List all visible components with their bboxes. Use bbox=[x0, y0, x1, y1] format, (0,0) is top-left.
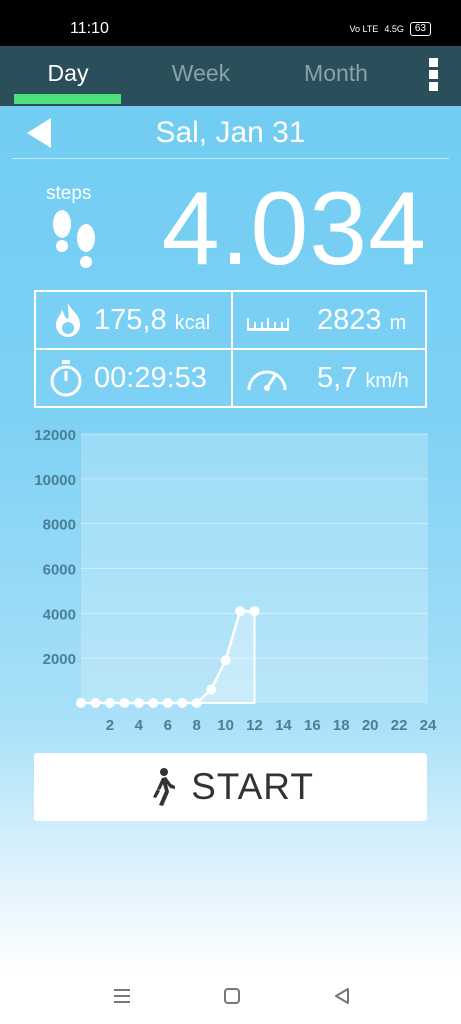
tab-indicator bbox=[14, 94, 121, 104]
y-tick-label: 2000 bbox=[43, 651, 76, 668]
duration-stat: 00:29:53 bbox=[36, 350, 231, 406]
ruler-icon bbox=[247, 318, 289, 331]
system-nav-bar bbox=[0, 968, 461, 1024]
flame-icon bbox=[56, 303, 80, 337]
walking-person-icon bbox=[153, 768, 176, 806]
data-point bbox=[206, 684, 217, 695]
calories-unit: kcal bbox=[174, 312, 211, 334]
x-tick-label: 8 bbox=[192, 717, 200, 734]
data-point bbox=[104, 698, 115, 708]
y-tick-label: 10000 bbox=[34, 472, 76, 489]
steps-value: 4.034 bbox=[161, 171, 427, 287]
speed-value: 5,7 bbox=[317, 362, 358, 394]
x-tick-label: 18 bbox=[333, 717, 350, 734]
tab-month[interactable]: Month bbox=[276, 46, 396, 106]
data-point bbox=[133, 698, 144, 708]
overflow-menu-icon[interactable] bbox=[427, 58, 439, 94]
footprints-icon bbox=[53, 210, 95, 268]
calories-value: 175,8 bbox=[94, 304, 167, 336]
x-tick-label: 14 bbox=[275, 717, 292, 734]
data-point bbox=[220, 655, 231, 666]
stopwatch-icon bbox=[50, 360, 82, 397]
status-bar: 11:10 Vo LTE 4.5G 63 bbox=[0, 0, 461, 46]
tab-week[interactable]: Week bbox=[141, 46, 261, 106]
stats-grid: 175,8 kcal 2823 m 00:29:53 5,7 km/h bbox=[34, 290, 427, 408]
menu-icon[interactable] bbox=[110, 984, 134, 1008]
x-tick-label: 6 bbox=[164, 717, 172, 734]
data-point bbox=[76, 698, 86, 708]
y-tick-label: 12000 bbox=[34, 427, 76, 444]
x-tick-label: 10 bbox=[217, 717, 234, 734]
distance-stat: 2823 m bbox=[233, 292, 425, 348]
distance-unit: m bbox=[389, 312, 407, 334]
divider bbox=[12, 158, 449, 159]
x-tick-label: 4 bbox=[135, 717, 144, 734]
duration-value: 00:29:53 bbox=[94, 362, 207, 394]
speed-unit: km/h bbox=[365, 370, 409, 392]
status-time: 11:10 bbox=[70, 20, 109, 37]
x-tick-label: 20 bbox=[362, 717, 379, 734]
data-point bbox=[90, 698, 101, 708]
steps-chart: 200040006000800010000120002 4 6 8 10 12 14 16 18… bbox=[34, 427, 437, 734]
speed-stat: 5,7 km/h bbox=[233, 350, 425, 406]
back-icon[interactable] bbox=[330, 984, 354, 1008]
date-label: Sal, Jan 31 bbox=[155, 116, 306, 149]
distance-value: 2823 bbox=[317, 304, 382, 336]
x-tick-label: 2 bbox=[106, 717, 114, 734]
y-tick-label: 4000 bbox=[43, 606, 76, 623]
x-tick-label: 24 bbox=[420, 717, 437, 734]
steps-label: steps bbox=[46, 183, 92, 204]
start-button[interactable]: START bbox=[34, 753, 427, 821]
speedometer-icon bbox=[247, 370, 287, 391]
data-point bbox=[148, 698, 159, 708]
data-point bbox=[177, 698, 188, 708]
x-tick-label: 16 bbox=[304, 717, 321, 734]
data-point bbox=[235, 606, 246, 617]
data-point bbox=[162, 698, 173, 708]
battery-icon: 63 bbox=[409, 22, 431, 36]
date-row: Sal, Jan 31 bbox=[0, 106, 461, 160]
status-icons: Vo LTE 4.5G 63 bbox=[349, 22, 431, 36]
x-tick-label: 12 bbox=[246, 717, 263, 734]
volte-label: Vo LTE bbox=[349, 24, 379, 34]
calories-stat: 175,8 kcal bbox=[36, 292, 231, 348]
network-label: 4.5G bbox=[384, 24, 404, 34]
y-tick-label: 8000 bbox=[43, 517, 76, 534]
x-tick-label: 22 bbox=[391, 717, 408, 734]
data-point bbox=[249, 606, 260, 617]
y-tick-label: 6000 bbox=[43, 562, 76, 579]
home-icon[interactable] bbox=[220, 984, 244, 1008]
start-label: START bbox=[191, 766, 314, 807]
data-point bbox=[191, 698, 202, 708]
data-point bbox=[119, 698, 130, 708]
